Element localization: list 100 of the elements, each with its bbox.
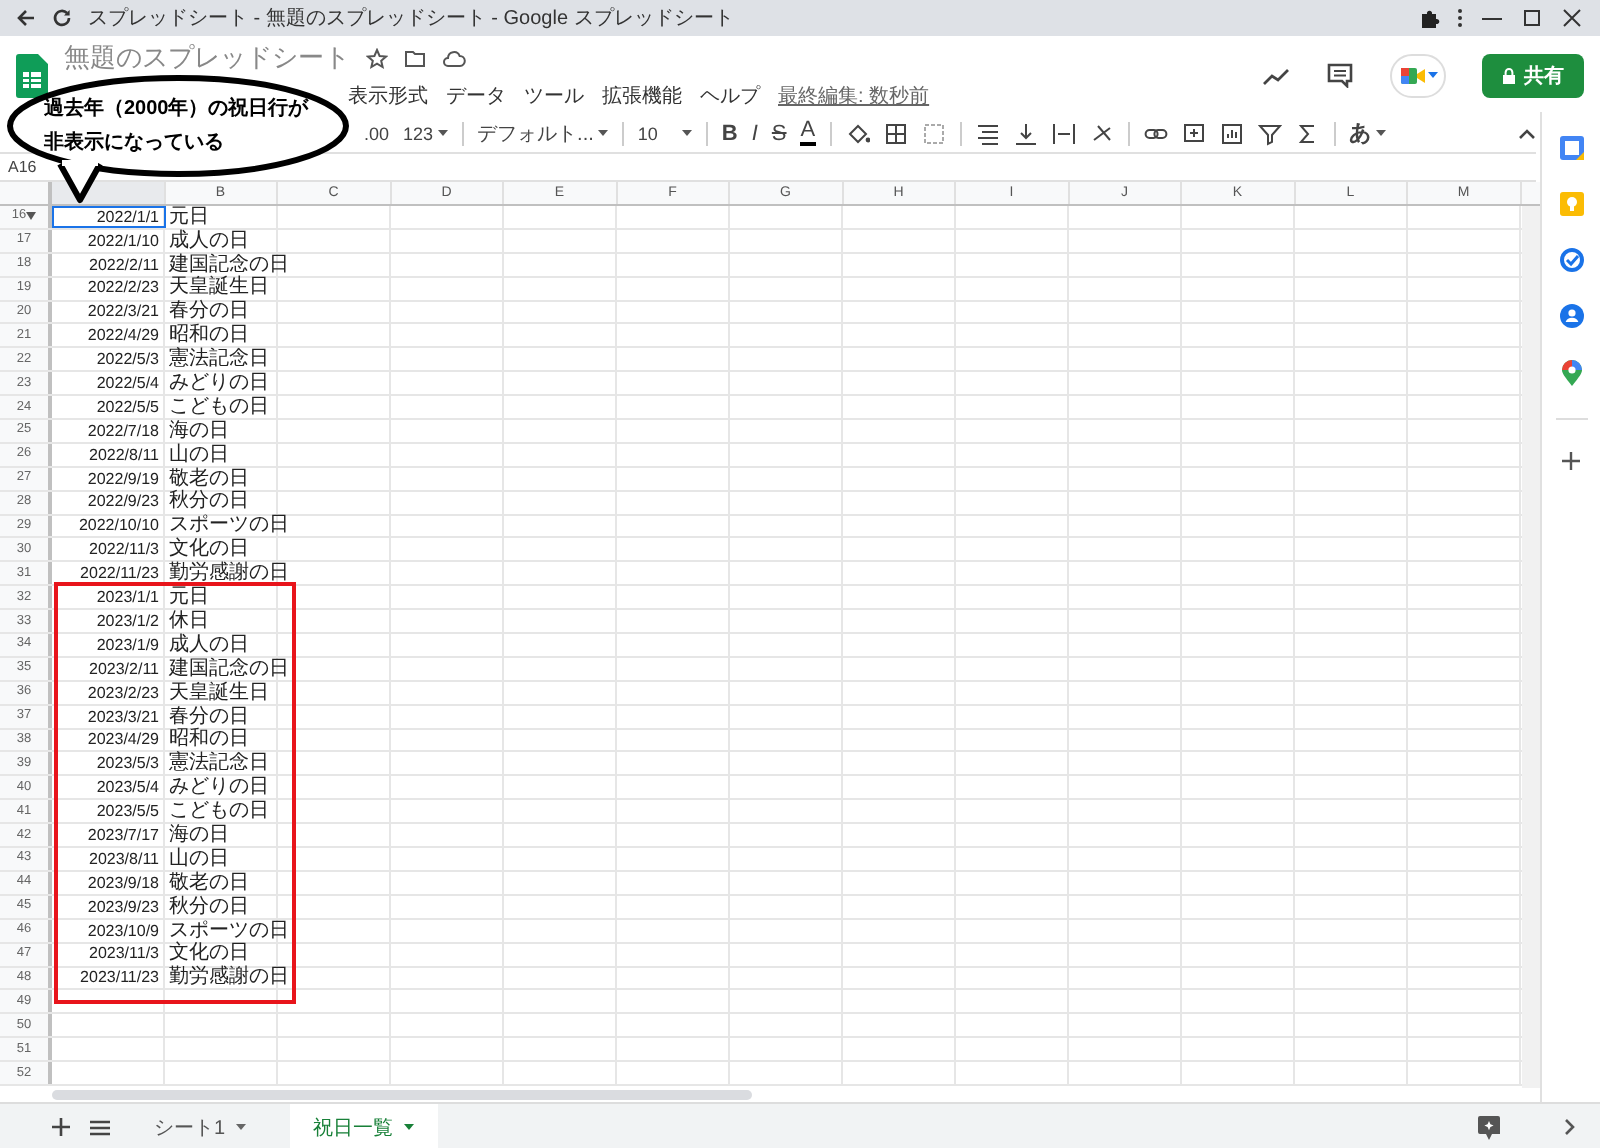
- borders-icon[interactable]: [883, 121, 908, 145]
- video-camera-icon: [1399, 65, 1425, 85]
- input-tools-dropdown[interactable]: あ: [1349, 118, 1386, 148]
- increase-decimal-button[interactable]: .00: [364, 123, 390, 143]
- align-icon[interactable]: [975, 121, 1000, 145]
- fill-color-icon[interactable]: [845, 121, 870, 145]
- table-cell-text: 休日: [167, 610, 211, 633]
- bold-button[interactable]: B: [721, 121, 738, 145]
- star-icon[interactable]: [366, 47, 388, 69]
- collapse-icon[interactable]: [1518, 127, 1536, 139]
- comment-icon[interactable]: [1326, 62, 1354, 88]
- table-cell-text: 山の日: [167, 848, 231, 870]
- sheet-tab[interactable]: シート1: [130, 1104, 270, 1148]
- caret-icon: [1427, 72, 1437, 78]
- table-cell-text: 海の日: [167, 420, 231, 442]
- number-format-dropdown[interactable]: 123: [403, 123, 448, 143]
- table-cell-text: 2022/4/29: [85, 324, 161, 347]
- table-cell-text: 昭和の日: [167, 729, 251, 751]
- caret-icon: [235, 1124, 246, 1130]
- filter-icon[interactable]: [1257, 121, 1282, 145]
- italic-button[interactable]: I: [751, 121, 758, 145]
- table-cell-text: 春分の日: [167, 301, 251, 323]
- table-cell-text: 2023/4/29: [85, 729, 161, 751]
- share-button[interactable]: 共有: [1482, 53, 1584, 97]
- menu-item[interactable]: 拡張機能: [602, 82, 682, 110]
- table-cell-text: 2022/2/11: [87, 253, 161, 276]
- caret-icon: [597, 130, 608, 136]
- sheets-logo-icon[interactable]: [16, 53, 48, 97]
- table-cell-text: 2022/7/18: [85, 420, 161, 442]
- table-cell-text: みどりの日: [167, 372, 271, 395]
- trend-icon[interactable]: [1262, 65, 1290, 85]
- menu-item[interactable]: ヘルプ: [700, 82, 760, 110]
- table-cell-text: 天皇誕生日: [167, 681, 271, 704]
- menu-item[interactable]: 表示形式: [348, 82, 428, 110]
- font-dropdown[interactable]: デフォルト...: [477, 119, 608, 147]
- contact-icon[interactable]: [1559, 304, 1583, 328]
- tasks-icon[interactable]: [1559, 248, 1583, 272]
- menu-icon[interactable]: [90, 1119, 110, 1135]
- sum-icon[interactable]: [1295, 121, 1320, 145]
- horizontal-scrollbar[interactable]: [52, 1090, 752, 1100]
- document-title[interactable]: 無題のスプレッドシート: [64, 40, 350, 76]
- table-cell-text: 2023/7/17: [85, 824, 161, 847]
- last-edit-link[interactable]: 最終編集: 数秒前: [778, 82, 930, 110]
- caret-icon: [681, 130, 692, 136]
- chevron-right-icon[interactable]: [1564, 1118, 1576, 1136]
- table-cell-text: 2022/10/10: [76, 515, 161, 537]
- calendar-icon[interactable]: [1559, 136, 1583, 160]
- table-cell-text: 2022/5/4: [94, 372, 161, 395]
- table-cell-text: 2023/1/1: [94, 586, 161, 609]
- chart-icon[interactable]: [1219, 121, 1244, 145]
- caret-icon: [1375, 130, 1386, 136]
- table-cell-text: 2022/1/10: [85, 229, 161, 252]
- cloud-icon[interactable]: [442, 49, 466, 67]
- table-cell-text: 2023/11/3: [87, 943, 161, 965]
- font-size-dropdown[interactable]: 10: [637, 123, 692, 143]
- text-color-button[interactable]: A: [800, 120, 816, 146]
- hidden-rows-icon[interactable]: [26, 212, 37, 221]
- plus-icon[interactable]: [1562, 452, 1580, 470]
- puzzle-icon[interactable]: [1420, 8, 1440, 28]
- table-cell-text: 2023/2/11: [87, 657, 161, 680]
- maximize-icon[interactable]: [1520, 8, 1544, 28]
- table-cell-text: 天皇誕生日: [167, 277, 271, 300]
- more-icon[interactable]: [1456, 8, 1464, 28]
- table-cell-text: 山の日: [167, 443, 231, 466]
- callout-text: 非表示になっている: [44, 129, 226, 158]
- name-box[interactable]: A16: [8, 158, 37, 176]
- back-icon[interactable]: [16, 8, 36, 28]
- vertical-align-icon[interactable]: [1013, 121, 1038, 145]
- text-rotate-icon[interactable]: [1089, 121, 1114, 145]
- table-cell-text: 2023/10/9: [85, 919, 161, 942]
- sheet-tab[interactable]: 祝日一覧: [289, 1104, 438, 1148]
- table-cell-text: こどもの日: [167, 800, 271, 823]
- table-cell-text: 2023/1/2: [94, 610, 161, 633]
- reload-icon[interactable]: [52, 8, 72, 28]
- meet-button[interactable]: [1390, 53, 1446, 97]
- callout-text: 過去年（2000年）の祝日行が: [44, 95, 309, 124]
- explore-icon[interactable]: [1478, 1115, 1500, 1139]
- table-cell-text: 敬老の日: [167, 467, 251, 490]
- table-cell-text: 秋分の日: [167, 895, 251, 918]
- add-sheet-icon[interactable]: [52, 1118, 70, 1136]
- table-cell-text: 文化の日: [167, 538, 251, 561]
- menu-item[interactable]: ツール: [524, 82, 584, 110]
- table-cell-text: 2022/2/23: [85, 277, 161, 300]
- map-pin-icon[interactable]: [1561, 360, 1581, 386]
- table-cell-text: 2023/2/23: [85, 681, 161, 704]
- lock-icon: [1502, 67, 1516, 83]
- table-cell-text: 2023/9/18: [85, 871, 161, 894]
- table-cell-text: 元日: [167, 586, 211, 609]
- merge-cells-icon[interactable]: [921, 121, 946, 145]
- strikethrough-button[interactable]: S: [771, 121, 787, 145]
- folder-icon[interactable]: [404, 48, 426, 68]
- close-icon[interactable]: [1560, 8, 1584, 28]
- menu-item[interactable]: データ: [446, 82, 506, 110]
- table-cell-text: 2022/3/21: [85, 301, 161, 323]
- table-cell-text: 成人の日: [167, 229, 251, 252]
- comment-add-icon[interactable]: [1181, 121, 1206, 145]
- table-cell-text: 2022/5/3: [94, 348, 161, 371]
- text-wrap-icon[interactable]: [1051, 121, 1076, 145]
- table-cell-text: 海の日: [167, 824, 231, 847]
- table-cell-text: 憲法記念日: [167, 348, 271, 371]
